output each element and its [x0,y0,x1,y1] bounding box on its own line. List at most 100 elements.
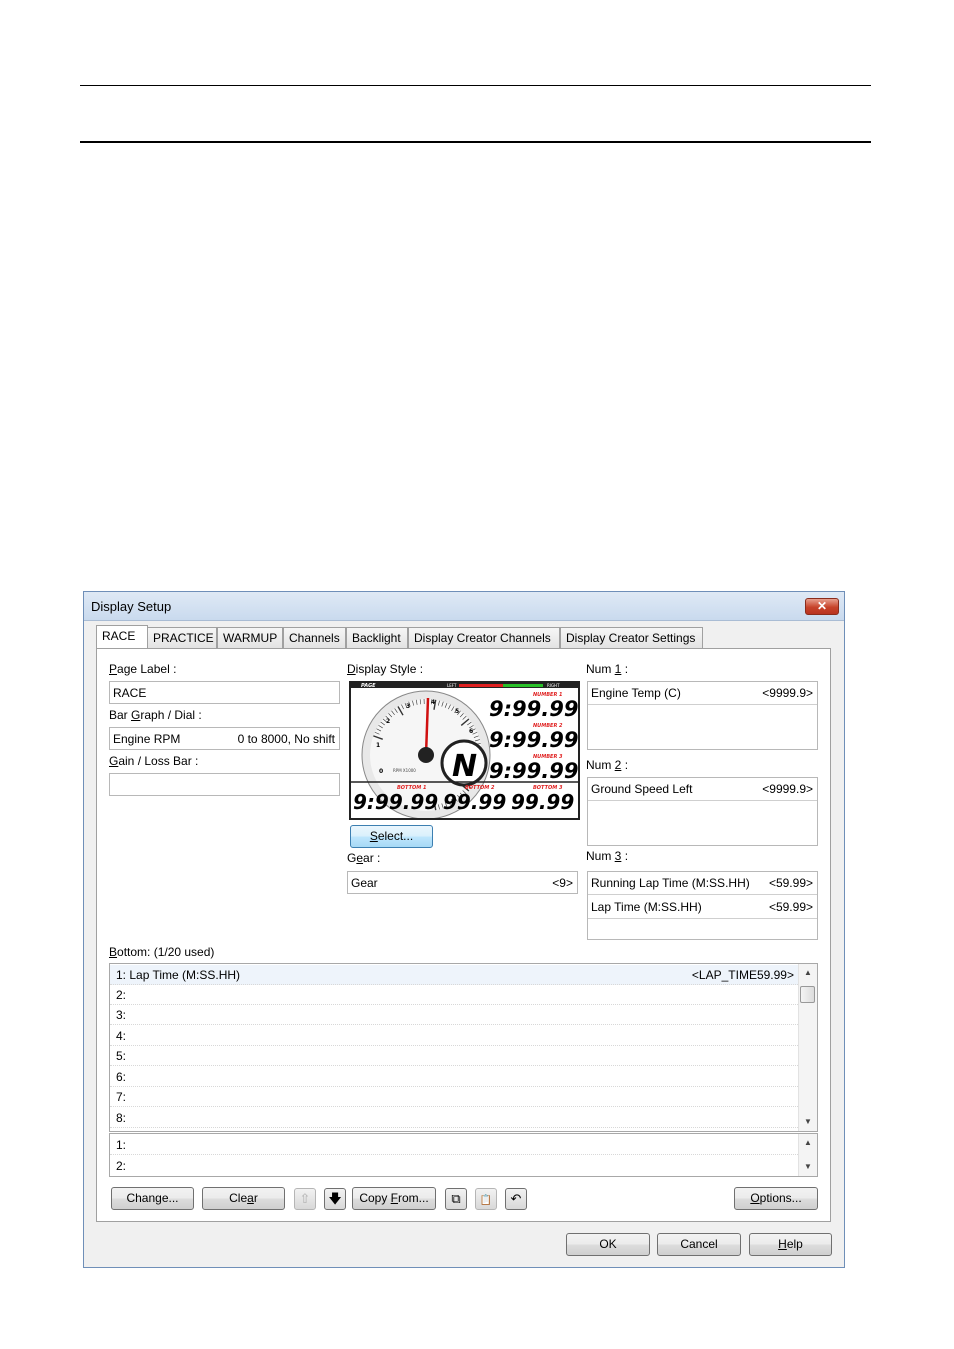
preview-num2: 9:99.99 [489,728,578,752]
row-number: 2: [116,988,127,1002]
row-number: 3: [116,1008,127,1022]
preview-rpm-label: RPM X1000 [393,768,416,773]
num3-row1-channel: Running Lap Time (M:SS.HH) [591,876,750,890]
num2-channel: Ground Speed Left [591,782,693,796]
display-setup-dialog: Display Setup ✕ RACE PRACTICE WARMUP Cha… [83,591,845,1268]
row-number: 4: [116,1029,127,1043]
gear-label: Gear : [347,851,381,865]
list-item[interactable]: 7: [110,1087,798,1107]
preview-num3: 9:99.99 [489,759,578,783]
preview-gear-letter: N [452,749,477,784]
display-style-preview: PAGE LEFT RIGHT 0 1 2 3 4 5 6 RPM X1000 [349,681,580,820]
tab-practice[interactable]: PRACTICE [147,627,217,648]
tab-race[interactable]: RACE [96,625,148,648]
scroll-up-arrow-icon[interactable]: ▲ [799,1135,817,1151]
title-bar[interactable]: Display Setup ✕ [84,592,844,621]
preview-right-tag: RIGHT [547,683,560,688]
bar-graph-label: Bar Graph / Dial : [109,708,202,722]
num1-field[interactable]: Engine Temp (C) <9999.9> [587,681,818,750]
list-item[interactable]: 2: [110,1156,798,1176]
list-item[interactable]: 4: [110,1026,798,1046]
options-button[interactable]: Options... [734,1187,818,1210]
copy-icon: ⧉ [451,1191,461,1206]
help-button[interactable]: Help [749,1233,832,1256]
list-item[interactable]: 3: [110,1005,798,1025]
dial-number-1: 1 [376,742,380,749]
list-item[interactable]: 8: [110,1108,798,1128]
list-item[interactable]: 6: [110,1067,798,1087]
num3-field[interactable]: Running Lap Time (M:SS.HH) <59.99> Lap T… [587,871,818,940]
preview-num1: 9:99.99 [489,697,578,721]
row-number: 8: [116,1111,127,1125]
bottom-label: Bottom: (1/20 used) [109,945,215,959]
list-item[interactable]: 1: Lap Time (M:SS.HH) <LAP_TIME59.99> [110,965,798,985]
tab-display-creator-channels[interactable]: Display Creator Channels [408,627,560,648]
dash-preview-graphic: PAGE LEFT RIGHT 0 1 2 3 4 5 6 RPM X1000 [351,683,578,818]
dial-number-0: 0 [379,768,383,775]
undo-icon: ↶ [510,1191,522,1206]
list-item[interactable]: 1: [110,1135,798,1155]
tab-display-creator-settings[interactable]: Display Creator Settings [560,627,703,648]
copy-button[interactable]: ⧉ [445,1188,467,1210]
scroll-down-arrow-icon[interactable]: ▼ [799,1159,817,1175]
gain-loss-label: Gain / Loss Bar : [109,754,199,768]
dial-number-5: 5 [455,708,459,715]
bar-graph-channel: Engine RPM [113,732,181,746]
page-label-field[interactable]: RACE [109,681,340,704]
num3-row1-format: <59.99> [768,876,813,890]
dial-number-3: 3 [406,703,410,710]
row-format: <LAP_TIME59.99> [691,968,794,982]
arrow-up-icon: ⇧ [299,1191,311,1206]
row-number: 1: [116,1138,127,1152]
gear-format: <9> [552,876,573,890]
gear-field[interactable]: Gear <9> [347,871,578,894]
header-rule-bottom [80,141,871,143]
list-item[interactable]: 5: [110,1046,798,1066]
dial-number-4: 4 [431,699,435,706]
tab-warmup[interactable]: WARMUP [217,627,283,648]
tab-channels[interactable]: Channels [283,627,346,648]
row-number: 6: [116,1070,127,1084]
paste-icon: 📋 [479,1195,493,1206]
row-number: 1: Lap Time (M:SS.HH) [116,968,241,982]
row-number: 7: [116,1090,127,1104]
ok-button[interactable]: OK [566,1233,650,1256]
num3-label: Num 3 : [586,849,629,863]
move-up-button[interactable]: ⇧ [294,1188,316,1210]
num3-row2-channel: Lap Time (M:SS.HH) [591,900,702,914]
bottom-sub-list[interactable]: 1: 2: ▲ ▼ [109,1133,818,1177]
scroll-down-arrow-icon[interactable]: ▼ [799,1114,817,1130]
preview-bar-green [503,684,543,687]
gain-loss-field[interactable] [109,773,340,796]
paste-button[interactable]: 📋 [475,1188,497,1210]
bar-graph-range: 0 to 8000, No shift [237,732,335,746]
copy-from-button[interactable]: Copy From... [352,1187,436,1210]
close-button[interactable]: ✕ [805,598,839,615]
window-title: Display Setup [91,599,172,614]
preview-bottom3: 99.99 [511,790,574,814]
sub-list-scrollbar[interactable]: ▲ ▼ [798,1134,817,1176]
select-style-button[interactable]: Select... [350,825,433,848]
bottom-channel-list[interactable]: 1: Lap Time (M:SS.HH) <LAP_TIME59.99> 2:… [109,963,818,1132]
row-number: 5: [116,1049,127,1063]
close-icon: ✕ [816,599,828,613]
list-item[interactable]: 2: [110,985,798,1005]
race-tab-panel: Page Label : RACE Bar Graph / Dial : Eng… [96,648,831,1222]
cancel-button[interactable]: Cancel [657,1233,741,1256]
undo-button[interactable]: ↶ [505,1188,527,1210]
scroll-thumb[interactable] [800,986,815,1003]
scroll-up-arrow-icon[interactable]: ▲ [799,965,817,981]
move-down-button[interactable]: 🡇 [324,1188,346,1210]
num2-label: Num 2 : [586,758,629,772]
tab-backlight[interactable]: Backlight [346,627,408,648]
bar-graph-field[interactable]: Engine RPM 0 to 8000, No shift [109,727,340,750]
arrow-down-icon: 🡇 [328,1191,342,1206]
change-button[interactable]: Change... [111,1187,194,1210]
num2-field[interactable]: Ground Speed Left <9999.9> [587,777,818,846]
preview-bar-red [459,684,503,687]
bottom-list-scrollbar[interactable]: ▲ ▼ [798,964,817,1131]
preview-bottom2: 99.99 [443,790,506,814]
page-label-value: RACE [113,686,147,700]
dial-number-2: 2 [386,718,390,725]
clear-button[interactable]: Clear [202,1187,285,1210]
